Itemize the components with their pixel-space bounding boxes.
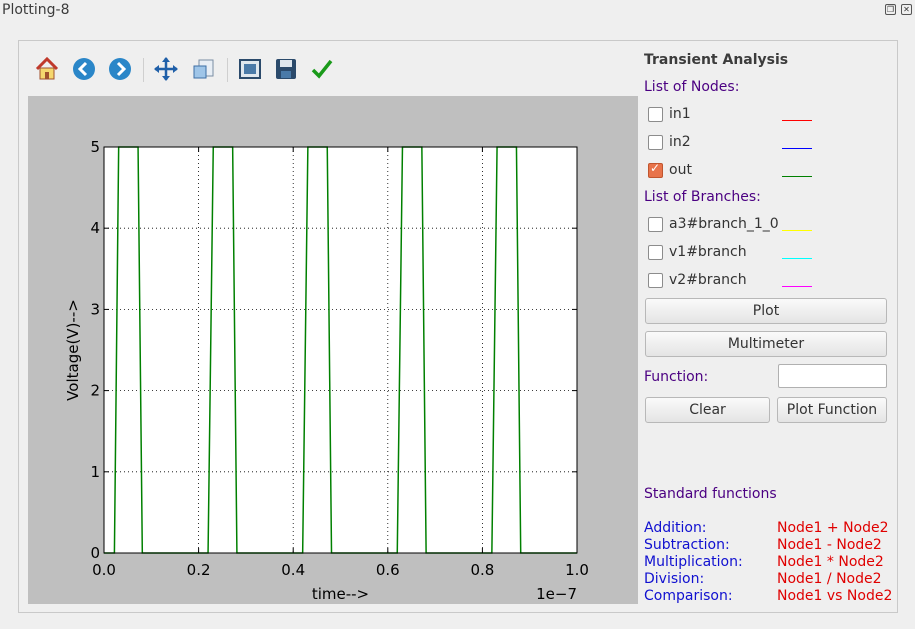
y-tick-label: 0 [90, 544, 100, 562]
forward-icon[interactable] [107, 56, 133, 82]
color-swatch [782, 120, 812, 121]
y-tick-label: 1 [90, 463, 100, 481]
x-tick-label: 0.0 [92, 561, 116, 579]
save-icon[interactable] [273, 56, 299, 82]
checkbox[interactable] [648, 161, 663, 178]
y-tick-label: 2 [90, 382, 100, 400]
restore-icon[interactable]: ❐ [885, 4, 896, 15]
standard-functions-heading: Standard functions [644, 486, 777, 502]
analysis-panel: Transient Analysis List of Nodes: in1 in… [640, 48, 895, 608]
back-icon[interactable] [71, 56, 97, 82]
y-tick-label: 4 [90, 219, 100, 237]
color-swatch [782, 176, 812, 177]
toolbar-separator [227, 58, 228, 82]
branches-heading: List of Branches: [644, 189, 761, 205]
function-expression: Node1 + Node2 [777, 520, 889, 536]
plot-function-button[interactable]: Plot Function [777, 397, 887, 423]
window-title: Plotting-8 [2, 2, 70, 18]
pan-icon[interactable] [153, 56, 179, 82]
node-label: in2 [669, 134, 691, 150]
y-tick-label: 3 [90, 300, 100, 318]
edit-icon[interactable] [309, 56, 335, 82]
function-input[interactable] [778, 364, 887, 388]
checkbox[interactable] [648, 107, 663, 122]
configure-subplots-icon[interactable] [237, 56, 263, 82]
checkbox[interactable] [648, 245, 663, 260]
zoom-icon[interactable] [190, 56, 216, 82]
node-label: out [669, 162, 692, 178]
toolbar-separator [143, 58, 144, 82]
close-icon[interactable]: ✕ [901, 4, 912, 15]
plot-area[interactable]: 0.0 0.2 0.4 0.6 0.8 1.0 0 1 2 3 4 5 time--> 1e−7 Volta… [28, 96, 638, 604]
function-expression: Node1 / Node2 [777, 571, 882, 587]
y-tick-label: 5 [90, 138, 100, 156]
x-offset-label: 1e−7 [536, 585, 577, 603]
y-axis-label: Voltage(V)--> [64, 299, 82, 401]
color-swatch [782, 258, 812, 259]
function-label: Function: [644, 369, 709, 385]
voltage-chart: 0.0 0.2 0.4 0.6 0.8 1.0 0 1 2 3 4 5 time--> 1e−7 Volta… [64, 138, 589, 603]
function-expression: Node1 * Node2 [777, 554, 884, 570]
x-tick-label: 0.8 [470, 561, 494, 579]
branch-label: a3#branch_1_0 [669, 216, 779, 232]
function-expression: Node1 vs Node2 [777, 588, 893, 604]
clear-button[interactable]: Clear [645, 397, 770, 423]
checkbox[interactable] [648, 135, 663, 150]
panel-title: Transient Analysis [644, 52, 789, 68]
title-bar: Plotting-8 ❐ ✕ [0, 0, 915, 22]
function-name: Multiplication: [644, 554, 743, 570]
node-label: in1 [669, 106, 691, 122]
x-tick-label: 0.2 [187, 561, 211, 579]
function-name: Subtraction: [644, 537, 730, 553]
checkbox[interactable] [648, 273, 663, 288]
x-tick-label: 1.0 [565, 561, 589, 579]
home-icon[interactable] [34, 56, 60, 82]
branch-label: v2#branch [669, 272, 747, 288]
x-tick-label: 0.4 [281, 561, 305, 579]
function-name: Division: [644, 571, 705, 587]
branch-label: v1#branch [669, 244, 747, 260]
plot-button[interactable]: Plot [645, 298, 887, 324]
function-expression: Node1 - Node2 [777, 537, 882, 553]
function-name: Addition: [644, 520, 707, 536]
color-swatch [782, 286, 812, 287]
x-axis-label: time--> [312, 585, 369, 603]
nodes-heading: List of Nodes: [644, 79, 740, 95]
color-swatch [782, 230, 812, 231]
multimeter-button[interactable]: Multimeter [645, 331, 887, 357]
checkbox[interactable] [648, 217, 663, 232]
function-name: Comparison: [644, 588, 733, 604]
color-swatch [782, 148, 812, 149]
axes-background [104, 147, 577, 553]
x-tick-label: 0.6 [376, 561, 400, 579]
